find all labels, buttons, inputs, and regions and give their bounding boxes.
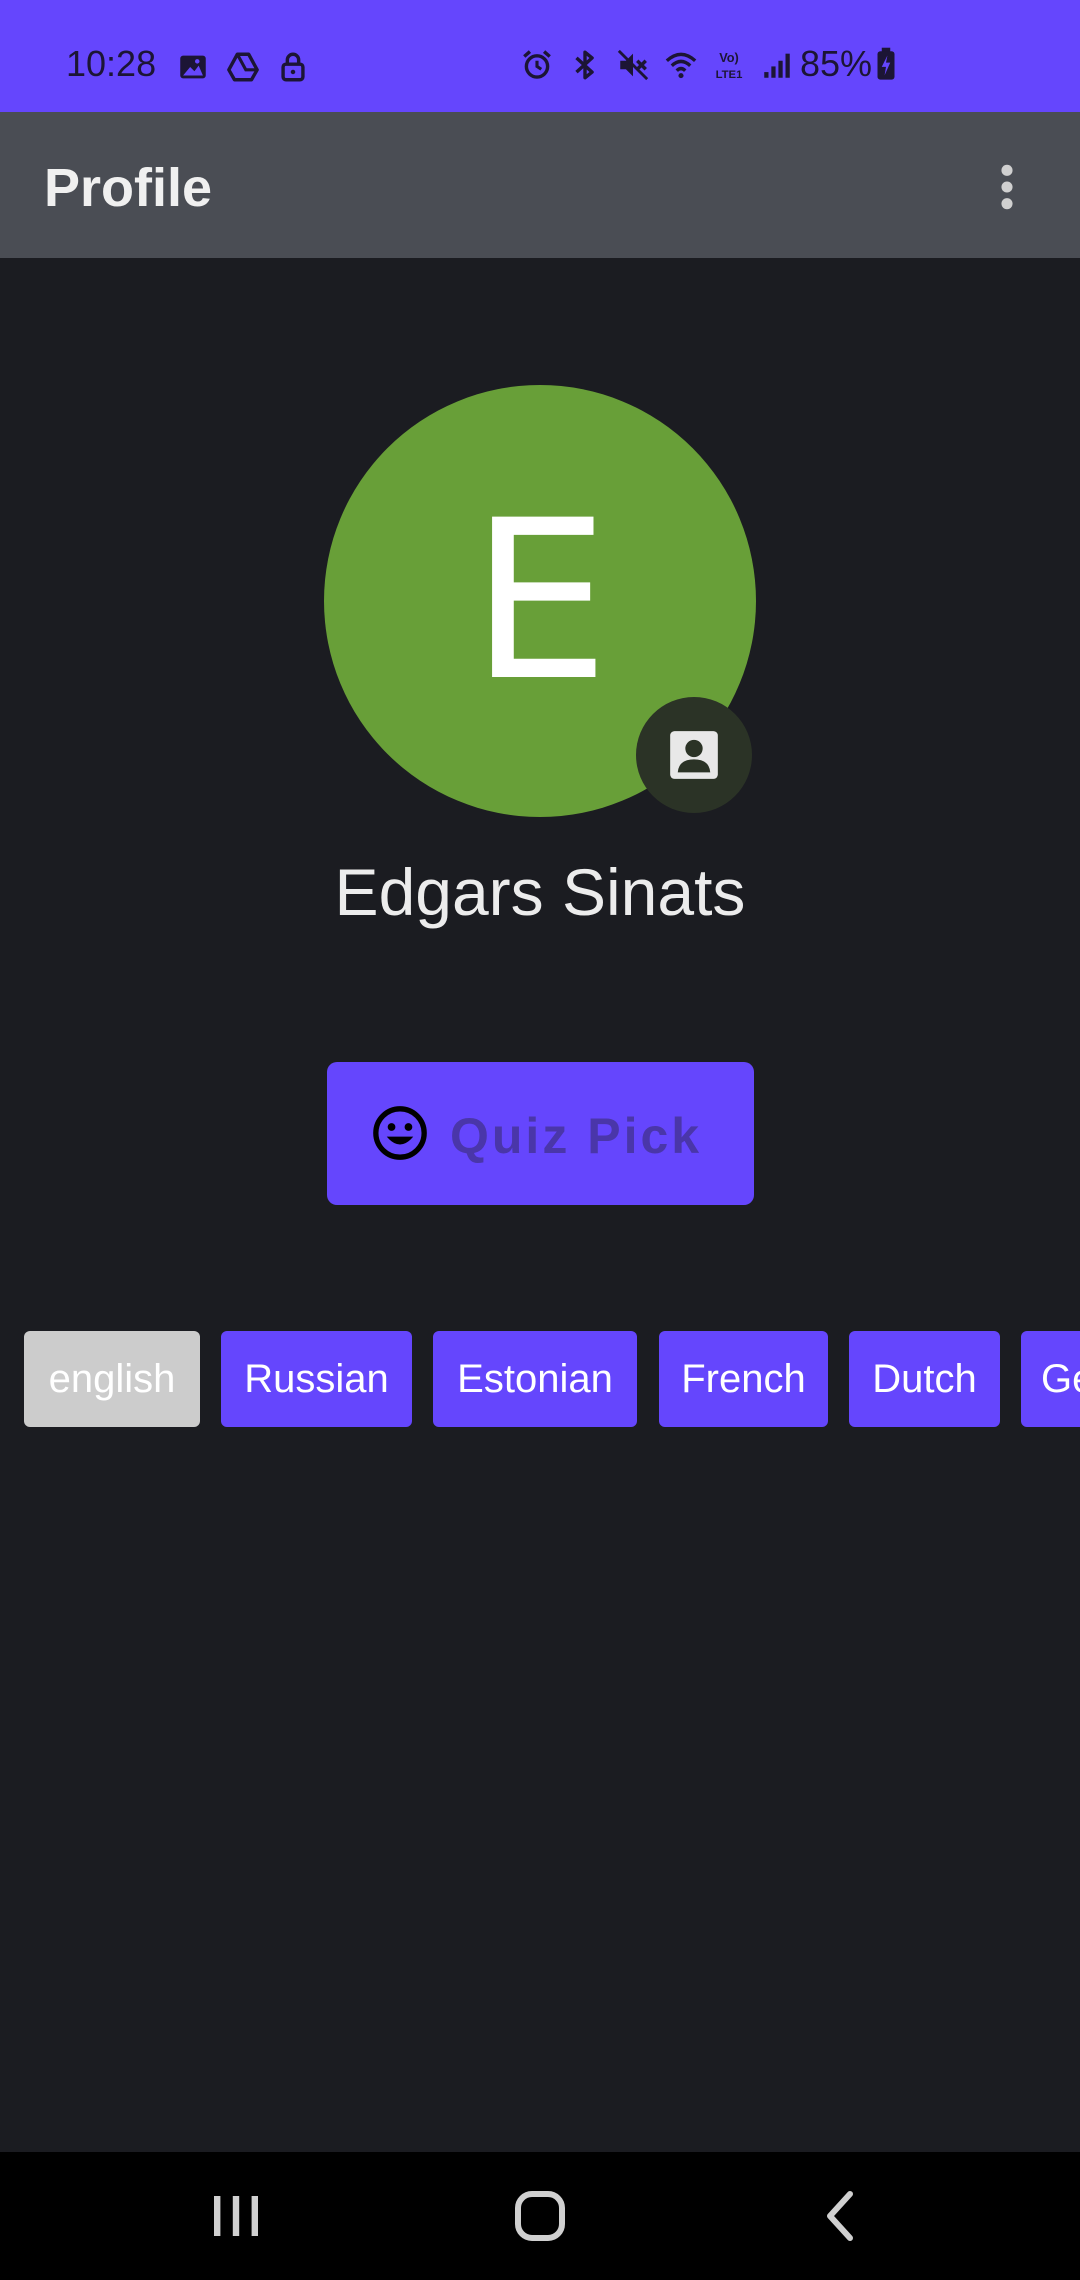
lock-icon [281,52,305,82]
home-icon[interactable] [500,2176,580,2256]
language-chip-dutch[interactable]: Dutch [849,1331,1000,1427]
smiley-icon [373,1106,427,1160]
change-avatar-button[interactable] [636,697,752,813]
image-icon [180,55,206,79]
language-chip-english[interactable]: english [24,1331,200,1427]
battery-status: 85% [800,44,896,84]
more-vert-icon[interactable] [990,162,1024,212]
status-left-icons [176,50,310,84]
quiz-pick-button[interactable]: Quiz Pick [327,1062,754,1205]
status-bar: 10:28 Vo) LTE1 85% [0,0,1080,112]
language-chip-french[interactable]: French [659,1331,828,1427]
status-time: 10:28 [66,43,157,84]
back-icon[interactable] [802,2176,882,2256]
page-title: Profile [44,158,213,218]
recent-apps-icon[interactable] [196,2176,276,2256]
contact-icon [670,731,718,779]
battery-charging-icon [877,47,895,80]
language-chip-estonian[interactable]: Estonian [433,1331,637,1427]
language-chip-german[interactable]: German [1021,1331,1080,1427]
svg-text:Vo): Vo) [719,50,739,65]
app-bar: Profile [0,112,1080,258]
language-chip-row[interactable]: english Russian Estonian French Dutch Ge… [0,1331,1080,1427]
svg-text:LTE1: LTE1 [716,69,743,81]
alarm-icon [523,50,551,79]
wifi-icon [665,52,697,79]
battery-percent: 85% [800,43,873,84]
status-right-icons: Vo) LTE1 [520,48,794,82]
user-name: Edgars Sinats [334,855,746,929]
mute-icon [617,49,649,81]
navigation-bar [0,2152,1080,2280]
volte-icon: Vo) LTE1 [716,50,743,81]
quiz-pick-label: Quiz Pick [450,1108,703,1164]
bluetooth-icon [575,50,594,80]
language-chip-russian[interactable]: Russian [221,1331,412,1427]
signal-icon [764,53,790,78]
drive-icon [227,52,259,82]
